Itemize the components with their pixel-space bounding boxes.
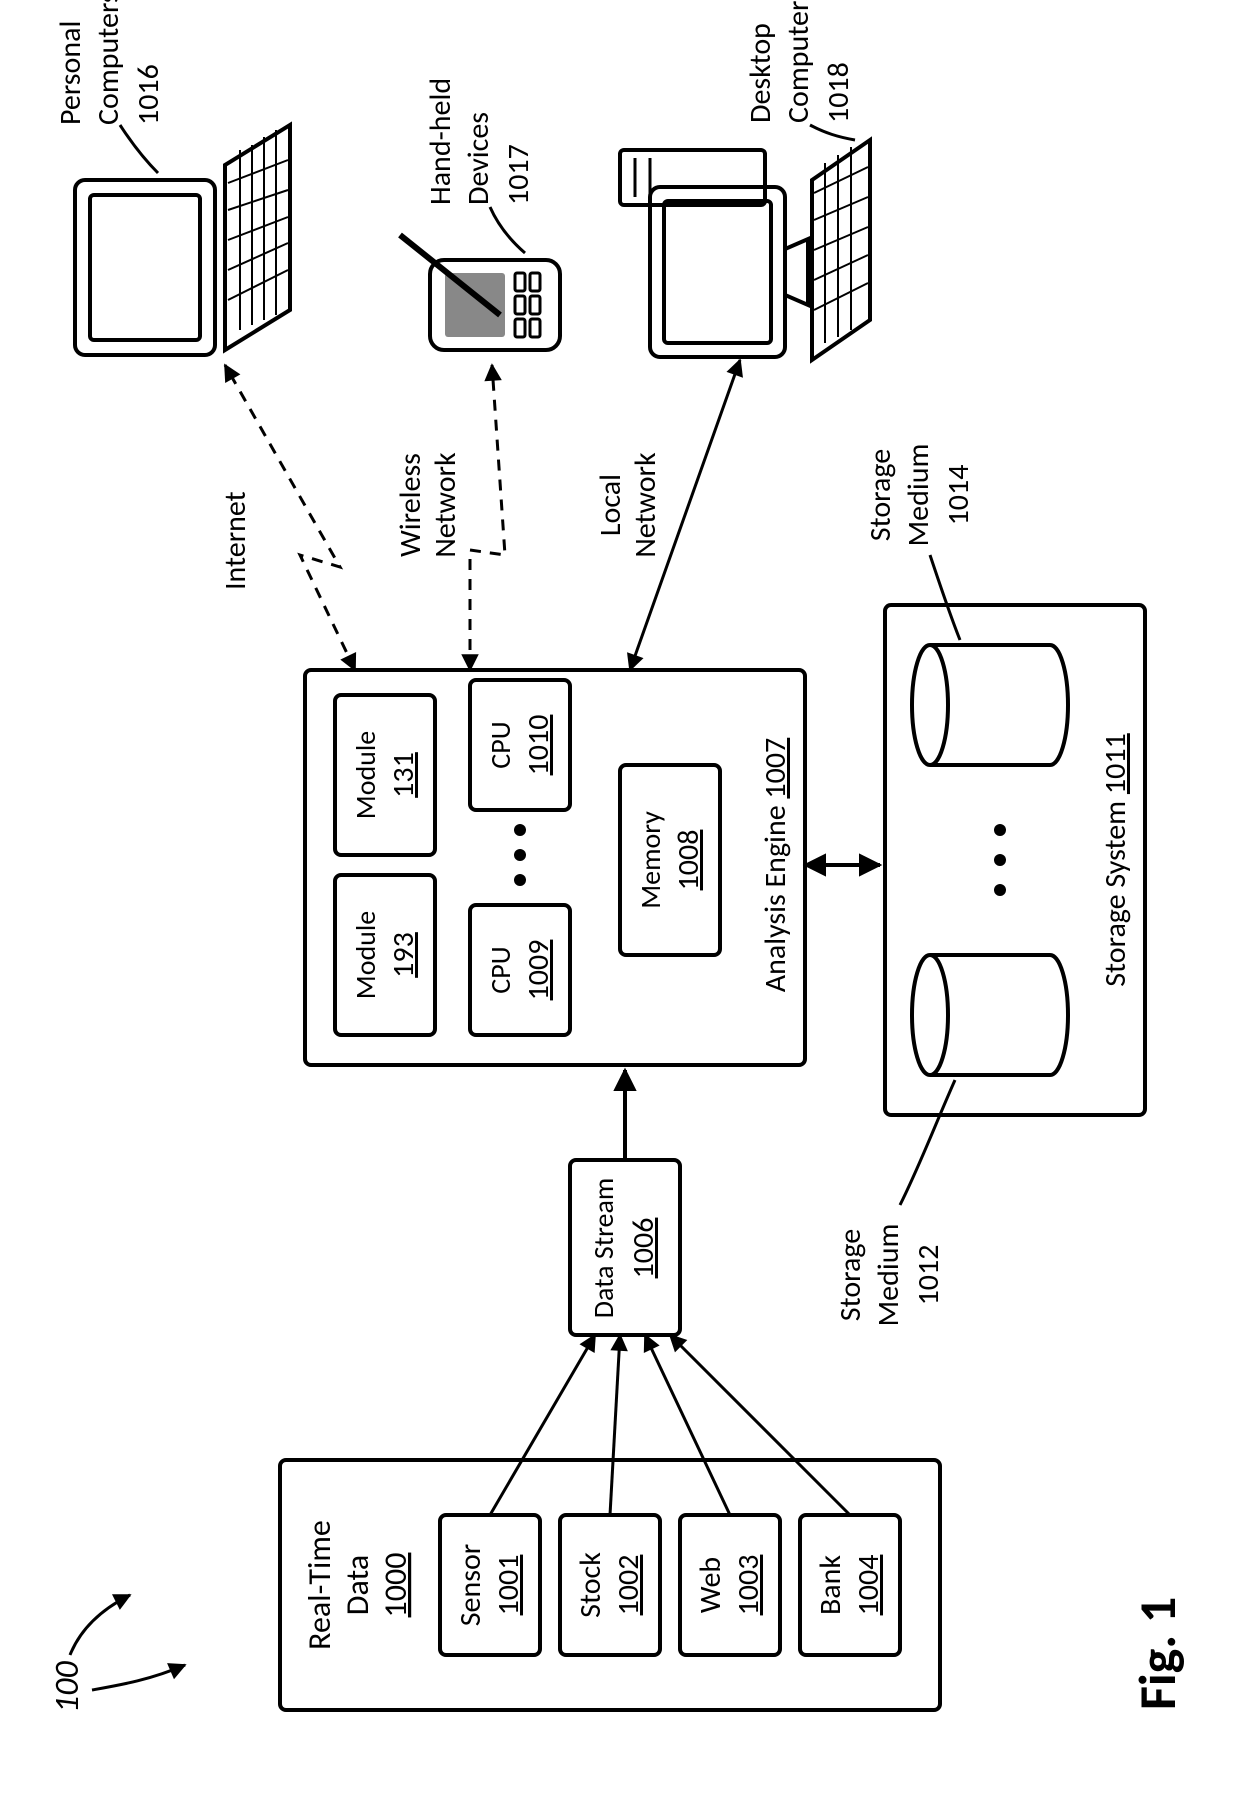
svg-text:Storage System: Storage System 1011: [1097, 733, 1134, 987]
cpu-ellipsis: [514, 824, 526, 886]
svg-text:Personal: Personal: [52, 21, 89, 125]
svg-text:CPU: CPU: [483, 721, 518, 768]
svg-text:1010: 1010: [520, 715, 557, 776]
svg-text:Sensor: Sensor: [452, 1544, 489, 1627]
module-193-box: Module 193: [335, 875, 435, 1035]
svg-text:131: 131: [385, 752, 422, 798]
arrows-realtime-to-datastream: [490, 1335, 850, 1515]
svg-text:Analysis Engine: Analysis Engine 1007: [757, 738, 794, 993]
svg-text:Desktop: Desktop: [742, 23, 779, 123]
svg-text:Internet: Internet: [217, 491, 254, 590]
svg-text:CPU: CPU: [483, 946, 518, 993]
module-131-box: Module 131: [335, 695, 435, 855]
svg-text:Medium: Medium: [900, 444, 937, 547]
svg-text:Module: Module: [348, 731, 383, 819]
svg-text:1008: 1008: [670, 830, 707, 891]
storage-medium-1014-icon: [912, 645, 1068, 765]
svg-text:1001: 1001: [490, 1555, 527, 1616]
svg-text:Network: Network: [427, 452, 464, 558]
stock-box: Stock 1002: [560, 1515, 660, 1655]
svg-text:Memory: Memory: [633, 811, 668, 909]
svg-text:Stock: Stock: [572, 1552, 609, 1618]
cpu-1009-box: CPU 1009: [470, 905, 570, 1035]
storage-system-box: Storage System 1011: [885, 605, 1145, 1115]
desktop-computer-icon: [620, 140, 870, 360]
svg-text:Hand-held: Hand-held: [422, 78, 459, 205]
svg-text:1012: 1012: [910, 1245, 947, 1306]
handheld-device-icon: [400, 235, 560, 350]
figure-ref-100: 100: [47, 1595, 185, 1713]
svg-text:Web: Web: [692, 1557, 729, 1613]
figure-ref-num: 100: [47, 1661, 88, 1713]
svg-text:1002: 1002: [610, 1555, 647, 1616]
bank-box: Bank 1004: [800, 1515, 900, 1655]
svg-text:Computers: Computers: [90, 0, 127, 125]
svg-text:Local: Local: [592, 474, 629, 536]
desktop-computer-label: Desktop Computers 1018: [742, 0, 857, 140]
analysis-engine-box: Analysis Engine 1007 Module 193 Module 1…: [305, 670, 805, 1065]
svg-text:193: 193: [385, 932, 422, 978]
svg-text:1004: 1004: [850, 1555, 887, 1616]
local-link: Local Network: [592, 360, 740, 670]
internet-link: Internet: [217, 365, 355, 670]
svg-text:Data Stream: Data Stream: [586, 1178, 621, 1319]
svg-text:1006: 1006: [625, 1218, 662, 1279]
svg-text:1003: 1003: [730, 1555, 767, 1616]
realtime-title-2: Data: [338, 1555, 377, 1615]
svg-text:Network: Network: [627, 452, 664, 558]
figure-label: Fig. 1: [1125, 1597, 1189, 1710]
storage-medium-1012-icon: [912, 955, 1068, 1075]
personal-computer-icon: [75, 125, 290, 355]
svg-text:Module: Module: [348, 911, 383, 999]
figure-canvas: 100 Real-Time Data 1000 Sensor 1001 Stoc…: [0, 0, 1240, 1805]
sensor-box: Sensor 1001: [440, 1515, 540, 1655]
memory-box: Memory 1008: [620, 765, 720, 955]
svg-text:Medium: Medium: [870, 1224, 907, 1327]
svg-text:Storage: Storage: [832, 1229, 869, 1321]
svg-text:Bank: Bank: [812, 1555, 849, 1615]
storage-medium-1014-label: Storage Medium 1014: [862, 444, 977, 640]
svg-text:1014: 1014: [940, 465, 977, 526]
svg-text:Computers: Computers: [780, 0, 817, 123]
svg-text:1017: 1017: [500, 144, 537, 205]
svg-text:1009: 1009: [520, 940, 557, 1001]
personal-computer-label: Personal Computers 1016: [52, 0, 167, 173]
realtime-title-1: Real-Time: [300, 1520, 339, 1650]
svg-text:Wireless: Wireless: [392, 453, 429, 557]
svg-text:Devices: Devices: [460, 112, 497, 205]
handheld-device-label: Hand-held Devices 1017: [422, 78, 537, 253]
wireless-link: Wireless Network: [392, 365, 505, 670]
realtime-ref: 1000: [376, 1553, 415, 1618]
cpu-1010-box: CPU 1010: [470, 680, 570, 810]
storage-ellipsis: [994, 824, 1006, 896]
svg-text:Storage: Storage: [862, 449, 899, 541]
svg-text:1016: 1016: [130, 64, 167, 125]
web-box: Web 1003: [680, 1515, 780, 1655]
data-stream-box: Data Stream 1006: [570, 1160, 680, 1335]
svg-text:1018: 1018: [820, 62, 857, 123]
